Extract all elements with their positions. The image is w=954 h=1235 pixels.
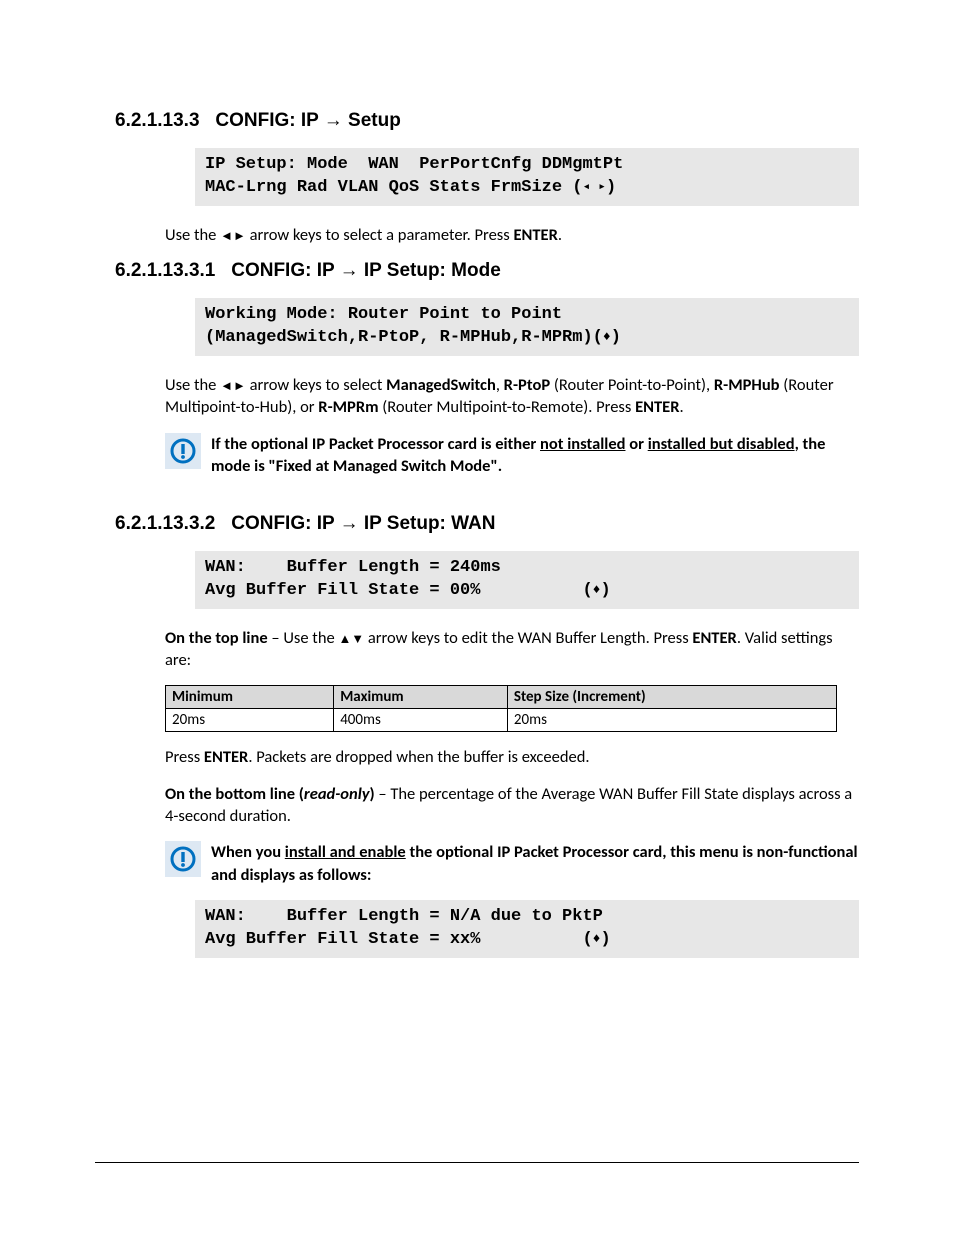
lcd-display-mode: Working Mode: Router Point to Point (Man… — [195, 298, 859, 356]
left-right-arrow-icon: ◄► — [220, 379, 246, 394]
lcd-line: ) — [606, 178, 616, 197]
paragraph: On the bottom line (read-only) – The per… — [165, 783, 859, 828]
info-icon — [165, 433, 201, 469]
right-arrow-icon: → — [340, 513, 359, 534]
paragraph: Use the ◄► arrow keys to select ManagedS… — [165, 374, 859, 419]
info-icon — [165, 841, 201, 877]
settings-table: Minimum Maximum Step Size (Increment) 20… — [165, 685, 837, 732]
lcd-display-setup: IP Setup: Mode WAN PerPortCnfg DDMgmtPt … — [195, 148, 859, 206]
lcd-line: Working Mode: Router Point to Point — [205, 305, 562, 324]
heading-wan: 6.2.1.13.3.2 CONFIG: IP → IP Setup: WAN — [115, 513, 859, 535]
lcd-line: Avg Buffer Fill State = 00% ( — [205, 581, 593, 600]
table-header: Step Size (Increment) — [507, 686, 836, 709]
paragraph: Use the ◄► arrow keys to select a parame… — [165, 224, 859, 246]
up-down-arrow-icon: ▲▼ — [338, 632, 364, 647]
lcd-line: WAN: Buffer Length = 240ms — [205, 558, 501, 577]
table-header: Maximum — [334, 686, 508, 709]
heading-setup: 6.2.1.13.3 CONFIG: IP → Setup — [115, 110, 859, 132]
table-cell: 20ms — [166, 709, 334, 732]
lcd-line: ) — [600, 930, 610, 949]
heading-number: 6.2.1.13.3.1 — [115, 260, 215, 281]
lcd-line: MAC-Lrng Rad VLAN QoS Stats FrmSize ( — [205, 178, 582, 197]
note-text: When you install and enable the optional… — [211, 841, 859, 886]
right-arrow-icon: → — [340, 260, 359, 281]
heading-number: 6.2.1.13.3.2 — [115, 513, 215, 534]
lcd-display-wan-na: WAN: Buffer Length = N/A due to PktP Avg… — [195, 900, 859, 958]
footer-divider — [95, 1162, 859, 1163]
right-arrow-icon: → — [324, 110, 343, 131]
document-page: 6.2.1.13.3 CONFIG: IP → Setup IP Setup: … — [0, 0, 954, 1235]
heading-text-b: Setup — [343, 110, 401, 131]
lcd-line: ) — [600, 581, 610, 600]
note-block: If the optional IP Packet Processor card… — [165, 433, 859, 478]
lcd-line: IP Setup: Mode WAN PerPortCnfg DDMgmtPt — [205, 155, 623, 174]
lcd-line: (ManagedSwitch,R-PtoP, R-MPHub,R-MPRm)( — [205, 328, 603, 347]
table-row: Minimum Maximum Step Size (Increment) — [166, 686, 837, 709]
note-block: When you install and enable the optional… — [165, 841, 859, 886]
table-header: Minimum — [166, 686, 334, 709]
heading-mode: 6.2.1.13.3.1 CONFIG: IP → IP Setup: Mode — [115, 260, 859, 282]
paragraph: On the top line – Use the ▲▼ arrow keys … — [165, 627, 859, 672]
heading-text-a: CONFIG: IP — [215, 110, 323, 131]
left-right-arrow-icon: ◄► — [220, 229, 246, 244]
left-right-nav-icon: ◂ ▸ — [582, 179, 605, 194]
table-cell: 20ms — [507, 709, 836, 732]
paragraph: Press ENTER. Packets are dropped when th… — [165, 746, 859, 768]
table-cell: 400ms — [334, 709, 508, 732]
lcd-line: ) — [611, 328, 621, 347]
heading-number: 6.2.1.13.3 — [115, 110, 200, 131]
note-text: If the optional IP Packet Processor card… — [211, 433, 859, 478]
lcd-line: WAN: Buffer Length = N/A due to PktP — [205, 907, 603, 926]
up-down-nav-icon: ♦ — [603, 329, 611, 344]
lcd-display-wan: WAN: Buffer Length = 240ms Avg Buffer Fi… — [195, 551, 859, 609]
table-row: 20ms 400ms 20ms — [166, 709, 837, 732]
lcd-line: Avg Buffer Fill State = xx% ( — [205, 930, 593, 949]
